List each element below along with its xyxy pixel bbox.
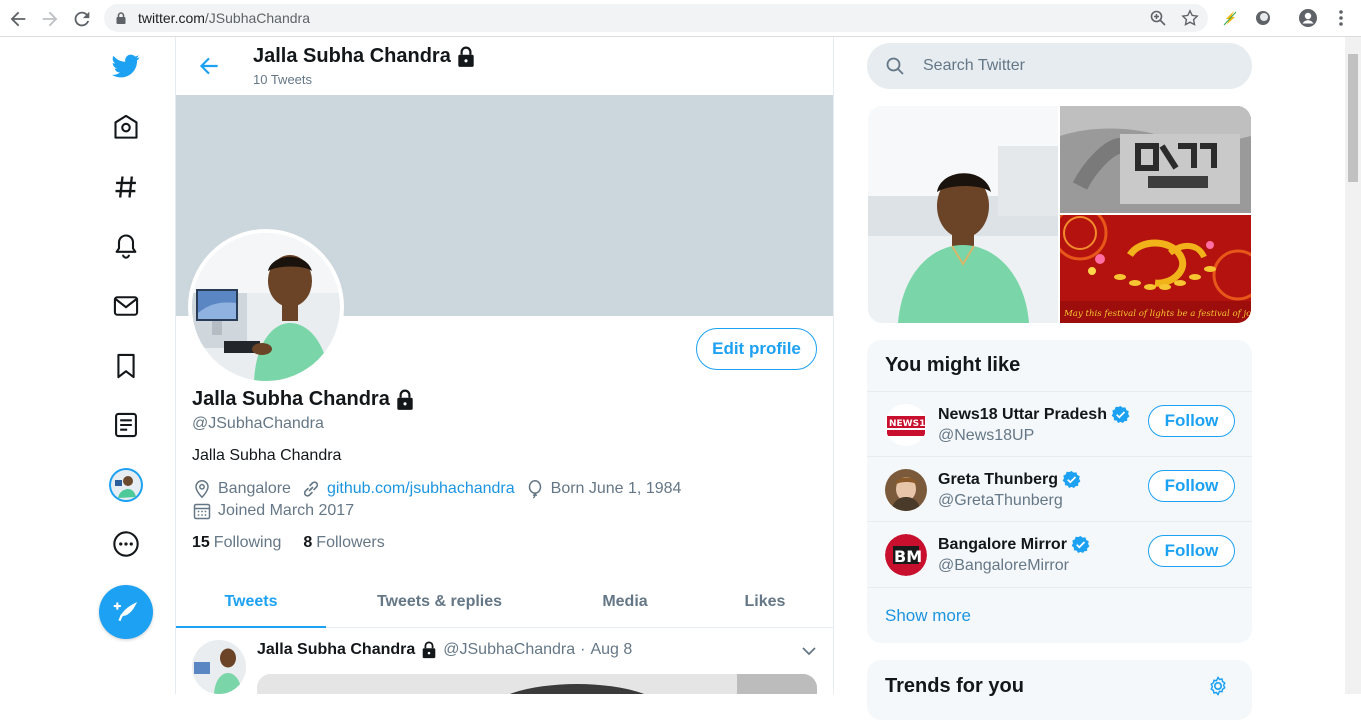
link-icon (303, 481, 319, 497)
page-scrollbar[interactable] (1345, 37, 1361, 694)
show-more-link[interactable]: Show more (867, 587, 1252, 643)
notifications-bell-icon[interactable] (109, 229, 143, 263)
media-thumb-diwali[interactable]: May this festival of lights be a festiva… (1060, 215, 1251, 323)
tweet-count: 10 Tweets (253, 72, 313, 87)
profile-media-grid: May this festival of lights be a festiva… (868, 106, 1251, 323)
tweet-header: Jalla Subha Chandra @JSubhaChandra · Aug… (257, 641, 633, 659)
verified-badge-icon (1111, 405, 1130, 424)
profile-birthday: Born June 1, 1984 (525, 479, 681, 499)
address-bar[interactable]: twitter.com/JSubhaChandra (104, 4, 1208, 32)
follow-stats: 15 Following 8 Followers (192, 534, 385, 552)
explore-hashtag-icon[interactable] (109, 170, 143, 204)
suggestion-handle: @News18UP (938, 427, 1035, 444)
protected-lock-icon (458, 46, 474, 67)
search-icon (886, 57, 904, 75)
back-arrow-icon (199, 57, 218, 75)
suggestion-item[interactable]: NEWS18 News18 Uttar Pradesh @News18UP Fo… (867, 391, 1252, 456)
lock-icon (114, 11, 128, 25)
bookmark-star-icon[interactable] (1181, 9, 1199, 27)
news18-avatar[interactable]: NEWS18 (885, 404, 927, 446)
tweet-item[interactable]: Jalla Subha Chandra @JSubhaChandra · Aug… (176, 628, 833, 694)
profile-handle: @JSubhaChandra (192, 415, 324, 432)
edit-profile-button[interactable]: Edit profile (696, 328, 817, 370)
search-box[interactable]: Search Twitter (867, 43, 1252, 89)
suggestion-handle: @BangaloreMirror (938, 557, 1069, 574)
protected-lock-icon (422, 641, 436, 659)
protected-lock-icon (397, 389, 413, 410)
profile-bio: Jalla Subha Chandra (192, 447, 342, 464)
trends-panel: Trends for you (867, 660, 1252, 720)
chevron-down-icon[interactable] (800, 642, 818, 660)
who-to-follow-panel: You might like NEWS18 News18 Uttar Prade… (867, 340, 1252, 643)
browser-toolbar: twitter.com/JSubhaChandra (0, 0, 1361, 37)
home-icon[interactable] (109, 110, 143, 144)
diwali-caption: May this festival of lights be a festiva… (1063, 309, 1251, 319)
profile-joined: Joined March 2017 (192, 501, 354, 521)
balloon-icon (528, 480, 541, 499)
follow-button[interactable]: Follow (1148, 470, 1235, 502)
tab-tweets-and-replies[interactable]: Tweets & replies (326, 577, 553, 627)
messages-envelope-icon[interactable] (109, 289, 143, 323)
following-link[interactable]: 15 Following (192, 534, 281, 552)
media-thumb-tshirt[interactable] (1060, 106, 1251, 213)
tweet-media[interactable] (257, 674, 817, 694)
suggestion-name[interactable]: Bangalore Mirror (938, 535, 1090, 554)
profile-column: Jalla Subha Chandra 10 Tweets Edit profi… (175, 37, 834, 694)
profile-name: Jalla Subha Chandra (192, 388, 416, 411)
url-text: twitter.com/JSubhaChandra (138, 10, 310, 26)
bookmarks-icon[interactable] (109, 349, 143, 383)
twitter-logo-icon[interactable] (109, 49, 143, 83)
account-icon[interactable] (1298, 8, 1318, 28)
feather-plus-icon (113, 601, 138, 622)
media-thumb-selfie[interactable] (868, 106, 1058, 323)
compose-tweet-button[interactable] (99, 585, 153, 639)
followers-link[interactable]: 8 Followers (303, 534, 384, 552)
greta-avatar[interactable] (885, 469, 927, 511)
website-link[interactable]: github.com/jsubhachandra (327, 480, 515, 498)
calendar-icon (193, 503, 211, 520)
profile-location: Bangalore (192, 479, 291, 499)
bangalore-mirror-avatar[interactable]: BM (885, 534, 927, 576)
verified-badge-icon (1062, 470, 1081, 489)
profile-header: Jalla Subha Chandra 10 Tweets (176, 37, 833, 95)
profile-tabs: Tweets Tweets & replies Media Likes (176, 577, 833, 628)
suggestion-name[interactable]: News18 Uttar Pradesh (938, 405, 1130, 424)
tweet-avatar[interactable] (192, 640, 246, 694)
back-arrow-icon[interactable] (7, 8, 29, 30)
profile-avatar-icon[interactable] (109, 468, 143, 502)
header-title: Jalla Subha Chandra (253, 45, 477, 68)
svg-text:NEWS18: NEWS18 (889, 419, 927, 429)
suggestion-item[interactable]: Greta Thunberg @GretaThunberg Follow (867, 456, 1252, 521)
profile-photo[interactable] (188, 229, 344, 385)
tab-likes[interactable]: Likes (697, 577, 833, 627)
trends-title: Trends for you (885, 675, 1024, 697)
tab-tweets[interactable]: Tweets (176, 577, 326, 628)
reload-icon[interactable] (71, 8, 93, 30)
back-button[interactable] (196, 53, 222, 79)
verified-badge-icon (1071, 535, 1090, 554)
extension-circle-icon[interactable] (1254, 9, 1272, 27)
lists-icon[interactable] (109, 408, 143, 442)
location-pin-icon (195, 480, 209, 499)
forward-arrow-icon[interactable] (39, 8, 61, 30)
more-vert-icon[interactable] (1331, 8, 1351, 28)
svg-text:BM: BM (894, 547, 922, 566)
suggestion-item[interactable]: BM Bangalore Mirror @BangaloreMirror Fol… (867, 521, 1252, 586)
search-input[interactable]: Search Twitter (923, 57, 1025, 75)
tab-media[interactable]: Media (553, 577, 697, 627)
zoom-icon[interactable] (1149, 9, 1167, 27)
scrollbar-thumb[interactable] (1348, 54, 1358, 182)
profile-website: github.com/jsubhachandra (301, 479, 515, 499)
profile-meta: Bangalore github.com/jsubhachandra Born … (192, 479, 691, 499)
left-navigation (96, 37, 174, 694)
suggestion-name[interactable]: Greta Thunberg (938, 470, 1081, 489)
suggestion-handle: @GretaThunberg (938, 492, 1063, 509)
more-options-icon[interactable] (109, 527, 143, 561)
follow-button[interactable]: Follow (1148, 535, 1235, 567)
extension-bolt-icon[interactable] (1221, 9, 1239, 27)
follow-button[interactable]: Follow (1148, 405, 1235, 437)
who-to-follow-title: You might like (885, 354, 1021, 376)
